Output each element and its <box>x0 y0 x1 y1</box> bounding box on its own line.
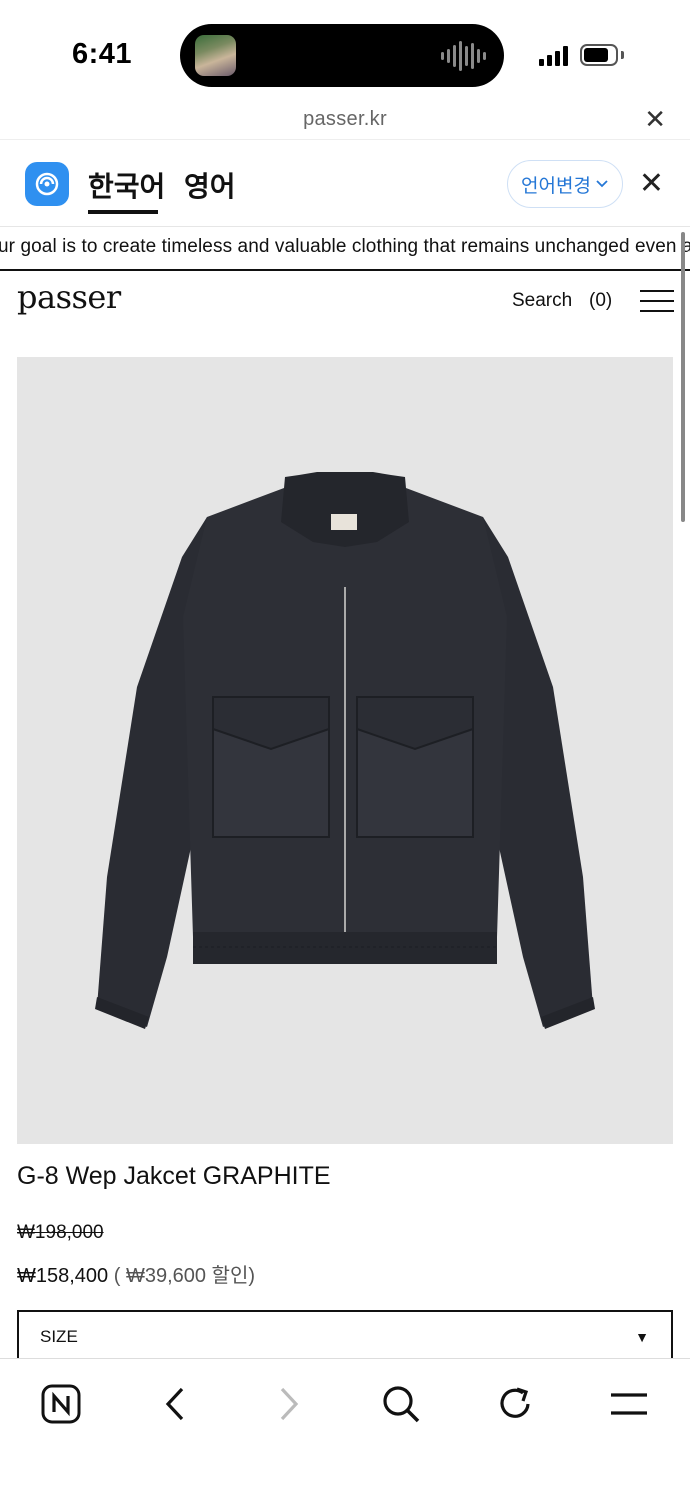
sale-price: ₩158,400 <box>17 1265 109 1287</box>
battery-cap <box>621 51 624 59</box>
back-icon[interactable] <box>152 1381 198 1427</box>
browser-toolbar <box>0 1358 690 1500</box>
price-row: ₩158,400 ( ₩39,600 할인) <box>17 1259 255 1288</box>
active-tab-indicator <box>88 210 158 214</box>
tab-english[interactable]: 영어 <box>184 165 236 205</box>
search-link[interactable]: Search <box>512 290 572 312</box>
audio-wave-icon <box>441 40 486 72</box>
url-bar[interactable]: passer.kr ✕ <box>0 100 690 140</box>
search-icon[interactable] <box>378 1381 424 1427</box>
original-price: ₩198,000 <box>17 1222 104 1243</box>
marquee-text: ur goal is to create timeless and valuab… <box>0 236 690 257</box>
forward-icon[interactable] <box>266 1381 312 1427</box>
site-logo[interactable]: passer <box>17 278 121 316</box>
url-text[interactable]: passer.kr <box>0 108 690 131</box>
cellular-signal-icon <box>539 44 568 66</box>
discount-amount: ( ₩39,600 할인) <box>113 1265 256 1287</box>
reload-icon[interactable] <box>492 1381 538 1427</box>
site-header: passer Search (0) <box>0 272 690 332</box>
translate-bar: 한국어 영어 언어변경 ✕ <box>0 141 690 227</box>
now-playing-thumbnail <box>195 35 236 76</box>
tab-korean[interactable]: 한국어 <box>88 165 165 205</box>
page-scrollbar[interactable] <box>681 232 685 522</box>
hamburger-menu-icon[interactable] <box>640 290 674 312</box>
dropdown-arrow-icon: ▼ <box>635 1329 649 1345</box>
change-language-button[interactable]: 언어변경 <box>507 160 623 208</box>
battery-icon <box>580 44 618 66</box>
close-translate-icon[interactable]: ✕ <box>639 169 664 199</box>
close-icon[interactable]: ✕ <box>644 106 666 132</box>
chevron-down-icon <box>596 180 608 188</box>
cart-count-link[interactable]: (0) <box>589 290 612 312</box>
dynamic-island[interactable] <box>180 24 504 87</box>
papago-logo-icon[interactable] <box>25 162 69 206</box>
naver-n-icon[interactable] <box>38 1381 84 1427</box>
status-time: 6:41 <box>72 38 133 70</box>
product-image[interactable] <box>17 357 673 1144</box>
size-select-label: SIZE <box>40 1327 78 1346</box>
change-language-label: 언어변경 <box>521 175 591 197</box>
status-bar: 6:41 <box>0 0 690 100</box>
product-title: G-8 Wep Jakcet GRAPHITE <box>17 1162 331 1190</box>
size-select[interactable]: SIZE ▼ <box>17 1310 673 1362</box>
announcement-marquee: ur goal is to create timeless and valuab… <box>0 227 690 271</box>
menu-icon[interactable] <box>606 1381 652 1427</box>
